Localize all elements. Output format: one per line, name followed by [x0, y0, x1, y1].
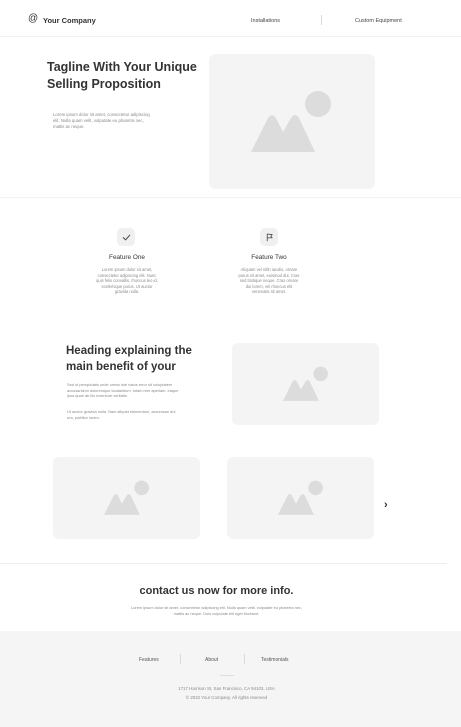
footer-divider — [220, 675, 234, 676]
footer-link-features[interactable]: Features — [139, 657, 159, 663]
benefit-paragraph: Ut auctor gravida nulla. Nam aliquet ele… — [67, 409, 175, 420]
nav-divider — [321, 15, 322, 25]
logo-icon[interactable]: @ — [28, 13, 38, 24]
feature-title: Feature Two — [251, 254, 287, 261]
feature-description: Lorem ipsum dolor sit amet, consectetur … — [77, 267, 177, 295]
nav-custom-equipment[interactable]: Custom Equipment — [355, 18, 402, 24]
flag-icon — [266, 233, 273, 241]
carousel-image-placeholder[interactable] — [227, 457, 374, 539]
contact-text-line: mattis ac neque. Duis vulputate elit ege… — [173, 610, 260, 616]
hero-tagline: Tagline With Your Unique Selling Proposi… — [47, 59, 197, 93]
feature-description-line: venenatis sit amet. — [251, 289, 287, 295]
hero-tagline-line: Selling Proposition — [47, 77, 161, 91]
hero-image-placeholder — [209, 54, 375, 189]
feature-title: Feature One — [109, 254, 145, 261]
footer: Features About Testimonials 1717 Harriso… — [0, 631, 461, 727]
image-placeholder-icon — [251, 90, 331, 152]
carousel-image-placeholder[interactable] — [53, 457, 200, 539]
feature-description-line: gravida nulla. — [114, 289, 140, 295]
hero-divider — [0, 197, 461, 198]
company-name[interactable]: Your Company — [43, 16, 96, 25]
hero-body: Lorem ipsum dolor sit amet, consectetur … — [53, 112, 150, 131]
footer-copyright: © 2022 Your Company. All rights reserved — [185, 695, 268, 700]
benefit-heading-line: Heading explaining the — [66, 345, 192, 357]
hero-body-line: mattis ac neque. — [53, 124, 85, 130]
footer-link-divider — [180, 654, 181, 664]
contact-text: Lorem ipsum dolor sit amet, consectetur … — [0, 605, 433, 617]
contact-divider — [0, 563, 447, 564]
benefit-heading-line: main benefit of your — [66, 361, 176, 373]
benefit-heading: Heading explaining the main benefit of y… — [66, 343, 192, 375]
nav-installations[interactable]: Installations — [251, 18, 280, 24]
chevron-right-icon[interactable]: › — [384, 500, 388, 511]
feature-description: Aliquam vel nibh iaculis, ornare purus s… — [219, 267, 319, 295]
benefit-image-placeholder — [232, 343, 379, 425]
header-divider — [0, 36, 461, 37]
hero-tagline-line: Tagline With Your Unique — [47, 60, 197, 74]
benefit-paragraph-line: Ut auctor gravida nulla. Nam aliquet ele… — [67, 409, 176, 414]
image-placeholder-icon — [277, 480, 323, 515]
benefit-paragraph-line: ura, porttitor lorem. — [67, 414, 100, 420]
footer-link-divider — [244, 654, 245, 664]
benefit-paragraph-line: ipsa quae ab illo inventore veritatis. — [67, 393, 128, 399]
contact-heading: contact us now for more info. — [139, 585, 294, 597]
check-icon — [122, 234, 130, 240]
feature-icon-box — [117, 228, 135, 246]
image-placeholder-icon — [282, 366, 328, 401]
benefit-paragraph-line: Sed ut perspiciatis unde omnis iste natu… — [67, 382, 173, 387]
footer-link-about[interactable]: About — [205, 657, 218, 663]
benefit-paragraph: Sed ut perspiciatis unde omnis iste natu… — [67, 382, 178, 399]
image-placeholder-icon — [103, 480, 149, 515]
footer-link-testimonials[interactable]: Testimonials — [261, 657, 289, 663]
feature-icon-box — [260, 228, 278, 246]
footer-address: 1717 Harrison St, San Francisco, CA 9410… — [178, 686, 275, 691]
